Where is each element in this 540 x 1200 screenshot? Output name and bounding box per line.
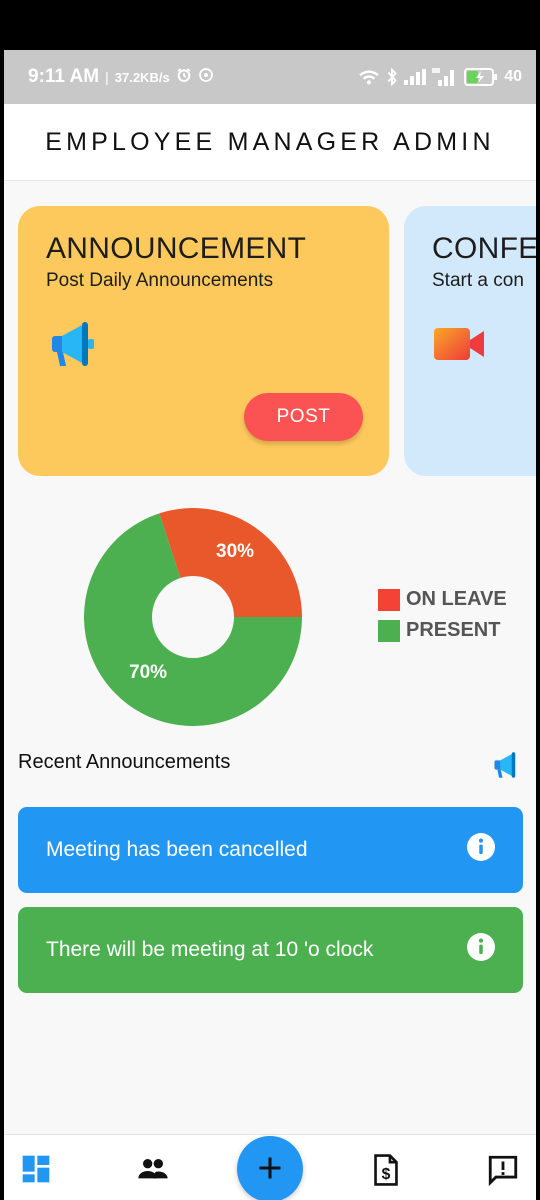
signal-5g-icon <box>432 68 458 86</box>
announcement-text: Meeting has been cancelled <box>46 838 308 861</box>
battery-percent: 40 <box>504 68 522 85</box>
battery-charging-icon <box>464 68 498 86</box>
app-bar: EMPLOYEE MANAGER ADMIN <box>4 104 536 181</box>
legend-item-on-leave: ON LEAVE <box>378 584 507 615</box>
pie-label-present: 70% <box>129 662 168 683</box>
bluetooth-icon <box>386 68 398 86</box>
people-icon[interactable] <box>135 1153 171 1190</box>
legend-swatch <box>378 619 400 642</box>
video-camera-icon <box>432 318 486 375</box>
signal-icon <box>404 69 427 85</box>
status-speed: 37.2KB/s <box>114 69 170 85</box>
status-bar: 9:11 AM | 37.2KB/s 40 <box>4 50 536 104</box>
dashboard-icon[interactable] <box>20 1153 52 1190</box>
attendance-pie-chart <box>84 508 302 726</box>
app-screen: EMPLOYEE MANAGER ADMIN ANNOUNCEMENT Post… <box>4 104 536 1200</box>
megaphone-icon <box>46 318 98 375</box>
legend-label: ON LEAVE <box>406 588 507 610</box>
pie-label-on-leave: 30% <box>216 541 255 562</box>
top-black-bar <box>0 0 540 50</box>
vpn-icon <box>198 67 214 88</box>
add-icon <box>256 1154 284 1185</box>
payroll-icon[interactable]: $ <box>370 1153 402 1192</box>
legend-label: PRESENT <box>406 619 501 641</box>
megaphone-icon[interactable] <box>490 750 522 785</box>
announcement-item[interactable]: There will be meeting at 10 'o clock <box>18 907 523 993</box>
feedback-icon[interactable] <box>486 1153 520 1192</box>
post-button[interactable]: POST <box>244 393 363 441</box>
info-icon[interactable] <box>467 833 495 867</box>
page-title: EMPLOYEE MANAGER ADMIN <box>45 127 495 156</box>
announcement-card[interactable]: ANNOUNCEMENT Post Daily Announcements PO… <box>18 206 389 476</box>
card-subtitle: Post Daily Announcements <box>46 270 274 291</box>
conference-card[interactable]: CONFE Start a con <box>404 206 536 476</box>
info-icon[interactable] <box>467 933 495 967</box>
status-time: 9:11 AM <box>28 66 100 87</box>
wifi-icon <box>358 69 380 85</box>
alarm-icon <box>176 67 192 88</box>
card-title: CONFE <box>432 232 536 265</box>
chart-legend: ON LEAVE PRESENT <box>378 584 507 646</box>
svg-text:$: $ <box>382 1166 391 1183</box>
card-subtitle: Start a con <box>432 270 524 291</box>
announcement-text: There will be meeting at 10 'o clock <box>46 938 374 961</box>
announcement-item[interactable]: Meeting has been cancelled <box>18 807 523 893</box>
donut-hole <box>152 576 234 658</box>
legend-item-present: PRESENT <box>378 615 507 646</box>
card-title: ANNOUNCEMENT <box>46 232 307 265</box>
recent-announcements-title: Recent Announcements <box>18 751 231 773</box>
action-cards: ANNOUNCEMENT Post Daily Announcements PO… <box>18 206 536 476</box>
add-button[interactable] <box>237 1136 303 1200</box>
legend-swatch <box>378 588 400 611</box>
